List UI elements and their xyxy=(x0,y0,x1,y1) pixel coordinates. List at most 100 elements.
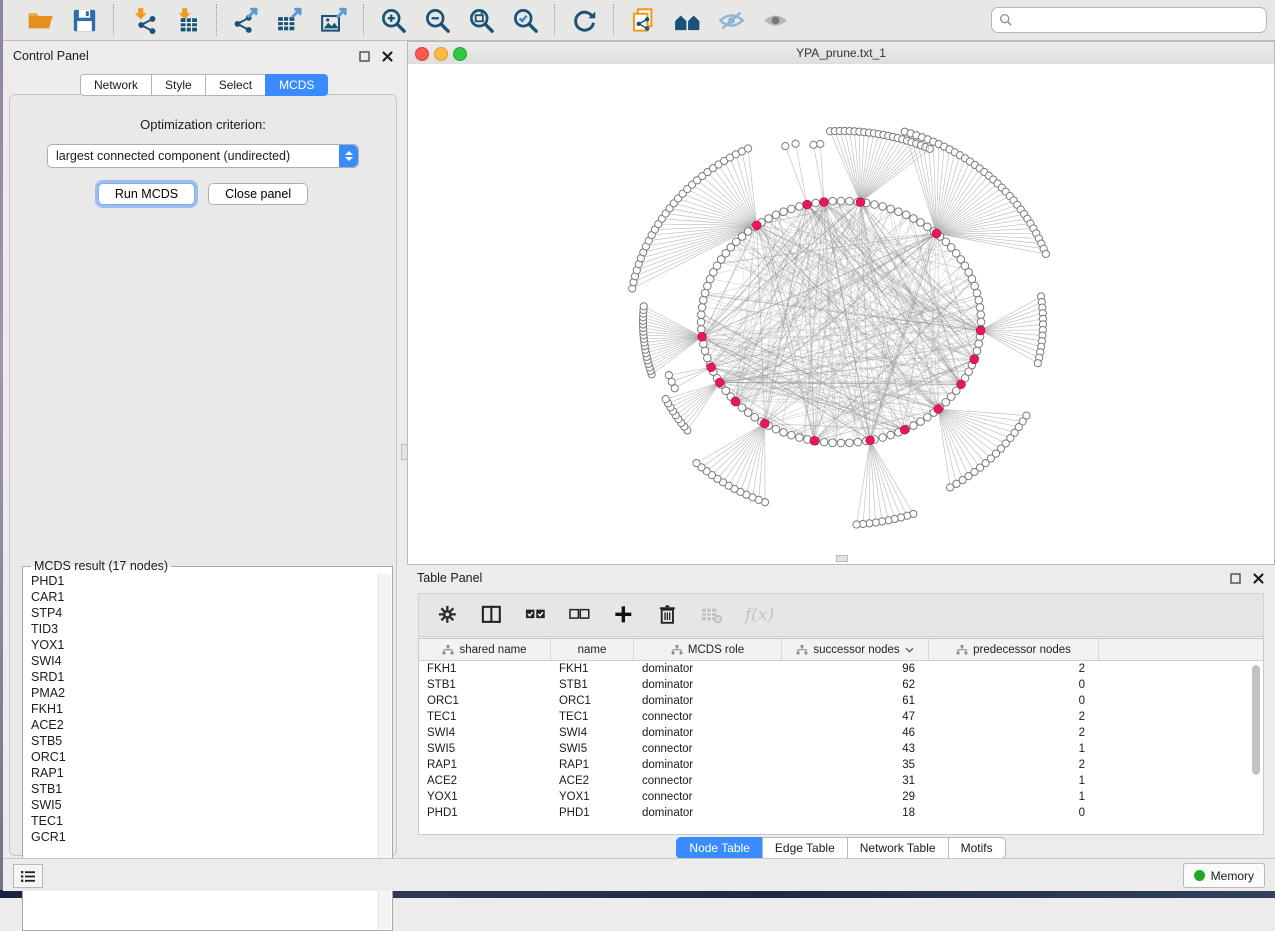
tab-edge-table[interactable]: Edge Table xyxy=(762,837,847,859)
show-all-icon xyxy=(762,7,789,34)
mcds-result-item[interactable]: SWI5 xyxy=(23,797,392,813)
tab-style[interactable]: Style xyxy=(151,74,205,96)
save-session-button[interactable] xyxy=(69,5,99,35)
memory-button[interactable]: Memory xyxy=(1183,863,1265,888)
table-options-button[interactable] xyxy=(437,604,459,626)
import-network-button[interactable] xyxy=(128,5,158,35)
show-all-button[interactable] xyxy=(760,5,790,35)
zoom-out-button[interactable] xyxy=(422,5,452,35)
open-file-button[interactable] xyxy=(25,5,55,35)
table-cell: 61 xyxy=(782,695,929,707)
delete-column-button[interactable] xyxy=(657,604,679,626)
close-panel-icon[interactable] xyxy=(381,50,394,63)
zoom-in-button[interactable] xyxy=(378,5,408,35)
horizontal-splitter-grip[interactable] xyxy=(836,555,848,562)
mcds-result-item[interactable]: GCR1 xyxy=(23,829,392,845)
table-cell: ACE2 xyxy=(419,775,551,787)
mcds-result-item[interactable]: SWI4 xyxy=(23,653,392,669)
mcds-result-title: MCDS result (17 nodes) xyxy=(31,559,171,573)
window-zoom-icon[interactable] xyxy=(453,47,467,61)
table-cell: TEC1 xyxy=(419,711,551,723)
tab-motifs[interactable]: Motifs xyxy=(948,837,1006,859)
window-minimize-icon[interactable] xyxy=(434,47,448,61)
tab-network-table[interactable]: Network Table xyxy=(847,837,948,859)
table-row[interactable]: SWI5SWI5connector431 xyxy=(419,741,1263,757)
network-canvas[interactable] xyxy=(408,64,1274,564)
export-network-button[interactable] xyxy=(231,5,261,35)
table-cell: dominator xyxy=(634,679,782,691)
table-cell: ACE2 xyxy=(551,775,634,787)
close-panel-button[interactable]: Close panel xyxy=(208,183,308,205)
table-row[interactable]: FKH1FKH1dominator962 xyxy=(419,661,1263,677)
node-table-header[interactable]: shared namenameMCDS rolesuccessor nodesp… xyxy=(419,639,1263,661)
list-icon xyxy=(20,870,36,883)
network-graph[interactable] xyxy=(408,64,1274,564)
column-header-MCDS-role[interactable]: MCDS role xyxy=(634,639,782,660)
network-window-titlebar[interactable]: YPA_prune.txt_1 xyxy=(408,42,1274,65)
mcds-result-item[interactable]: PHD1 xyxy=(23,573,392,589)
import-table-button[interactable] xyxy=(172,5,202,35)
zoom-fit-button[interactable] xyxy=(466,5,496,35)
table-cell: TEC1 xyxy=(551,711,634,723)
column-header-successor-nodes[interactable]: successor nodes xyxy=(782,639,929,660)
tab-select[interactable]: Select xyxy=(205,74,265,96)
column-header-predecessor-nodes[interactable]: predecessor nodes xyxy=(929,639,1099,660)
column-header-name[interactable]: name xyxy=(551,639,634,660)
mcds-result-item[interactable]: STB5 xyxy=(23,733,392,749)
table-row[interactable]: PHD1PHD1dominator180 xyxy=(419,805,1263,821)
mcds-result-item[interactable]: SRD1 xyxy=(23,669,392,685)
mcds-result-item[interactable]: STB1 xyxy=(23,781,392,797)
search-icon xyxy=(999,13,1013,27)
table-row[interactable]: RAP1RAP1dominator352 xyxy=(419,757,1263,773)
table-row[interactable]: TEC1TEC1connector472 xyxy=(419,709,1263,725)
table-cell: 2 xyxy=(929,759,1099,771)
float-table-panel-icon[interactable] xyxy=(1229,572,1242,585)
mcds-result-item[interactable]: PMA2 xyxy=(23,685,392,701)
task-history-button[interactable] xyxy=(13,864,43,888)
criterion-dropdown[interactable]: largest connected component (undirected) xyxy=(47,144,359,168)
mcds-result-item[interactable]: ACE2 xyxy=(23,717,392,733)
hide-selected-button[interactable] xyxy=(716,5,746,35)
clone-network-button[interactable] xyxy=(628,5,658,35)
export-table-button[interactable] xyxy=(275,5,305,35)
first-neighbors-button[interactable] xyxy=(672,5,702,35)
tab-network[interactable]: Network xyxy=(80,74,151,96)
mcds-result-item[interactable]: STP4 xyxy=(23,605,392,621)
run-mcds-button[interactable]: Run MCDS xyxy=(98,183,195,205)
table-scrollbar-thumb[interactable] xyxy=(1252,665,1260,775)
new-column-button[interactable] xyxy=(613,604,635,626)
search-input[interactable] xyxy=(991,7,1267,33)
float-panel-icon[interactable] xyxy=(358,50,371,63)
mcds-result-item[interactable]: RAP1 xyxy=(23,765,392,781)
show-columns-button[interactable] xyxy=(481,604,503,626)
mcds-result-item[interactable]: YOX1 xyxy=(23,637,392,653)
search-text-field[interactable] xyxy=(1013,12,1259,28)
refresh-view-button[interactable] xyxy=(569,5,599,35)
deselect-all-button[interactable] xyxy=(569,604,591,626)
table-row[interactable]: YOX1YOX1connector291 xyxy=(419,789,1263,805)
mcds-result-item[interactable]: TEC1 xyxy=(23,813,392,829)
table-row[interactable]: SWI4SWI4dominator462 xyxy=(419,725,1263,741)
node-table[interactable]: shared namenameMCDS rolesuccessor nodesp… xyxy=(418,638,1264,835)
mcds-result-item[interactable]: CAR1 xyxy=(23,589,392,605)
status-bar: Memory xyxy=(3,858,1275,891)
mcds-result-item[interactable]: ORC1 xyxy=(23,749,392,765)
tab-mcds[interactable]: MCDS xyxy=(265,74,328,96)
close-table-panel-icon[interactable] xyxy=(1252,572,1265,585)
show-columns-icon xyxy=(481,604,503,626)
export-image-button[interactable] xyxy=(319,5,349,35)
mcds-result-item[interactable]: FKH1 xyxy=(23,701,392,717)
save-session-icon xyxy=(71,7,98,34)
mcds-result-item[interactable]: TID3 xyxy=(23,621,392,637)
zoom-selected-button[interactable] xyxy=(510,5,540,35)
table-row[interactable]: ACE2ACE2connector311 xyxy=(419,773,1263,789)
window-close-icon[interactable] xyxy=(415,47,429,61)
table-row[interactable]: ORC1ORC1dominator610 xyxy=(419,693,1263,709)
table-row[interactable]: STB1STB1dominator620 xyxy=(419,677,1263,693)
column-header-shared-name[interactable]: shared name xyxy=(419,639,551,660)
select-all-button[interactable] xyxy=(525,604,547,626)
table-scrollbar[interactable] xyxy=(1251,663,1261,831)
table-options-icon xyxy=(437,604,459,626)
network-view-window: YPA_prune.txt_1 xyxy=(407,41,1275,565)
tab-node-table[interactable]: Node Table xyxy=(676,837,762,859)
